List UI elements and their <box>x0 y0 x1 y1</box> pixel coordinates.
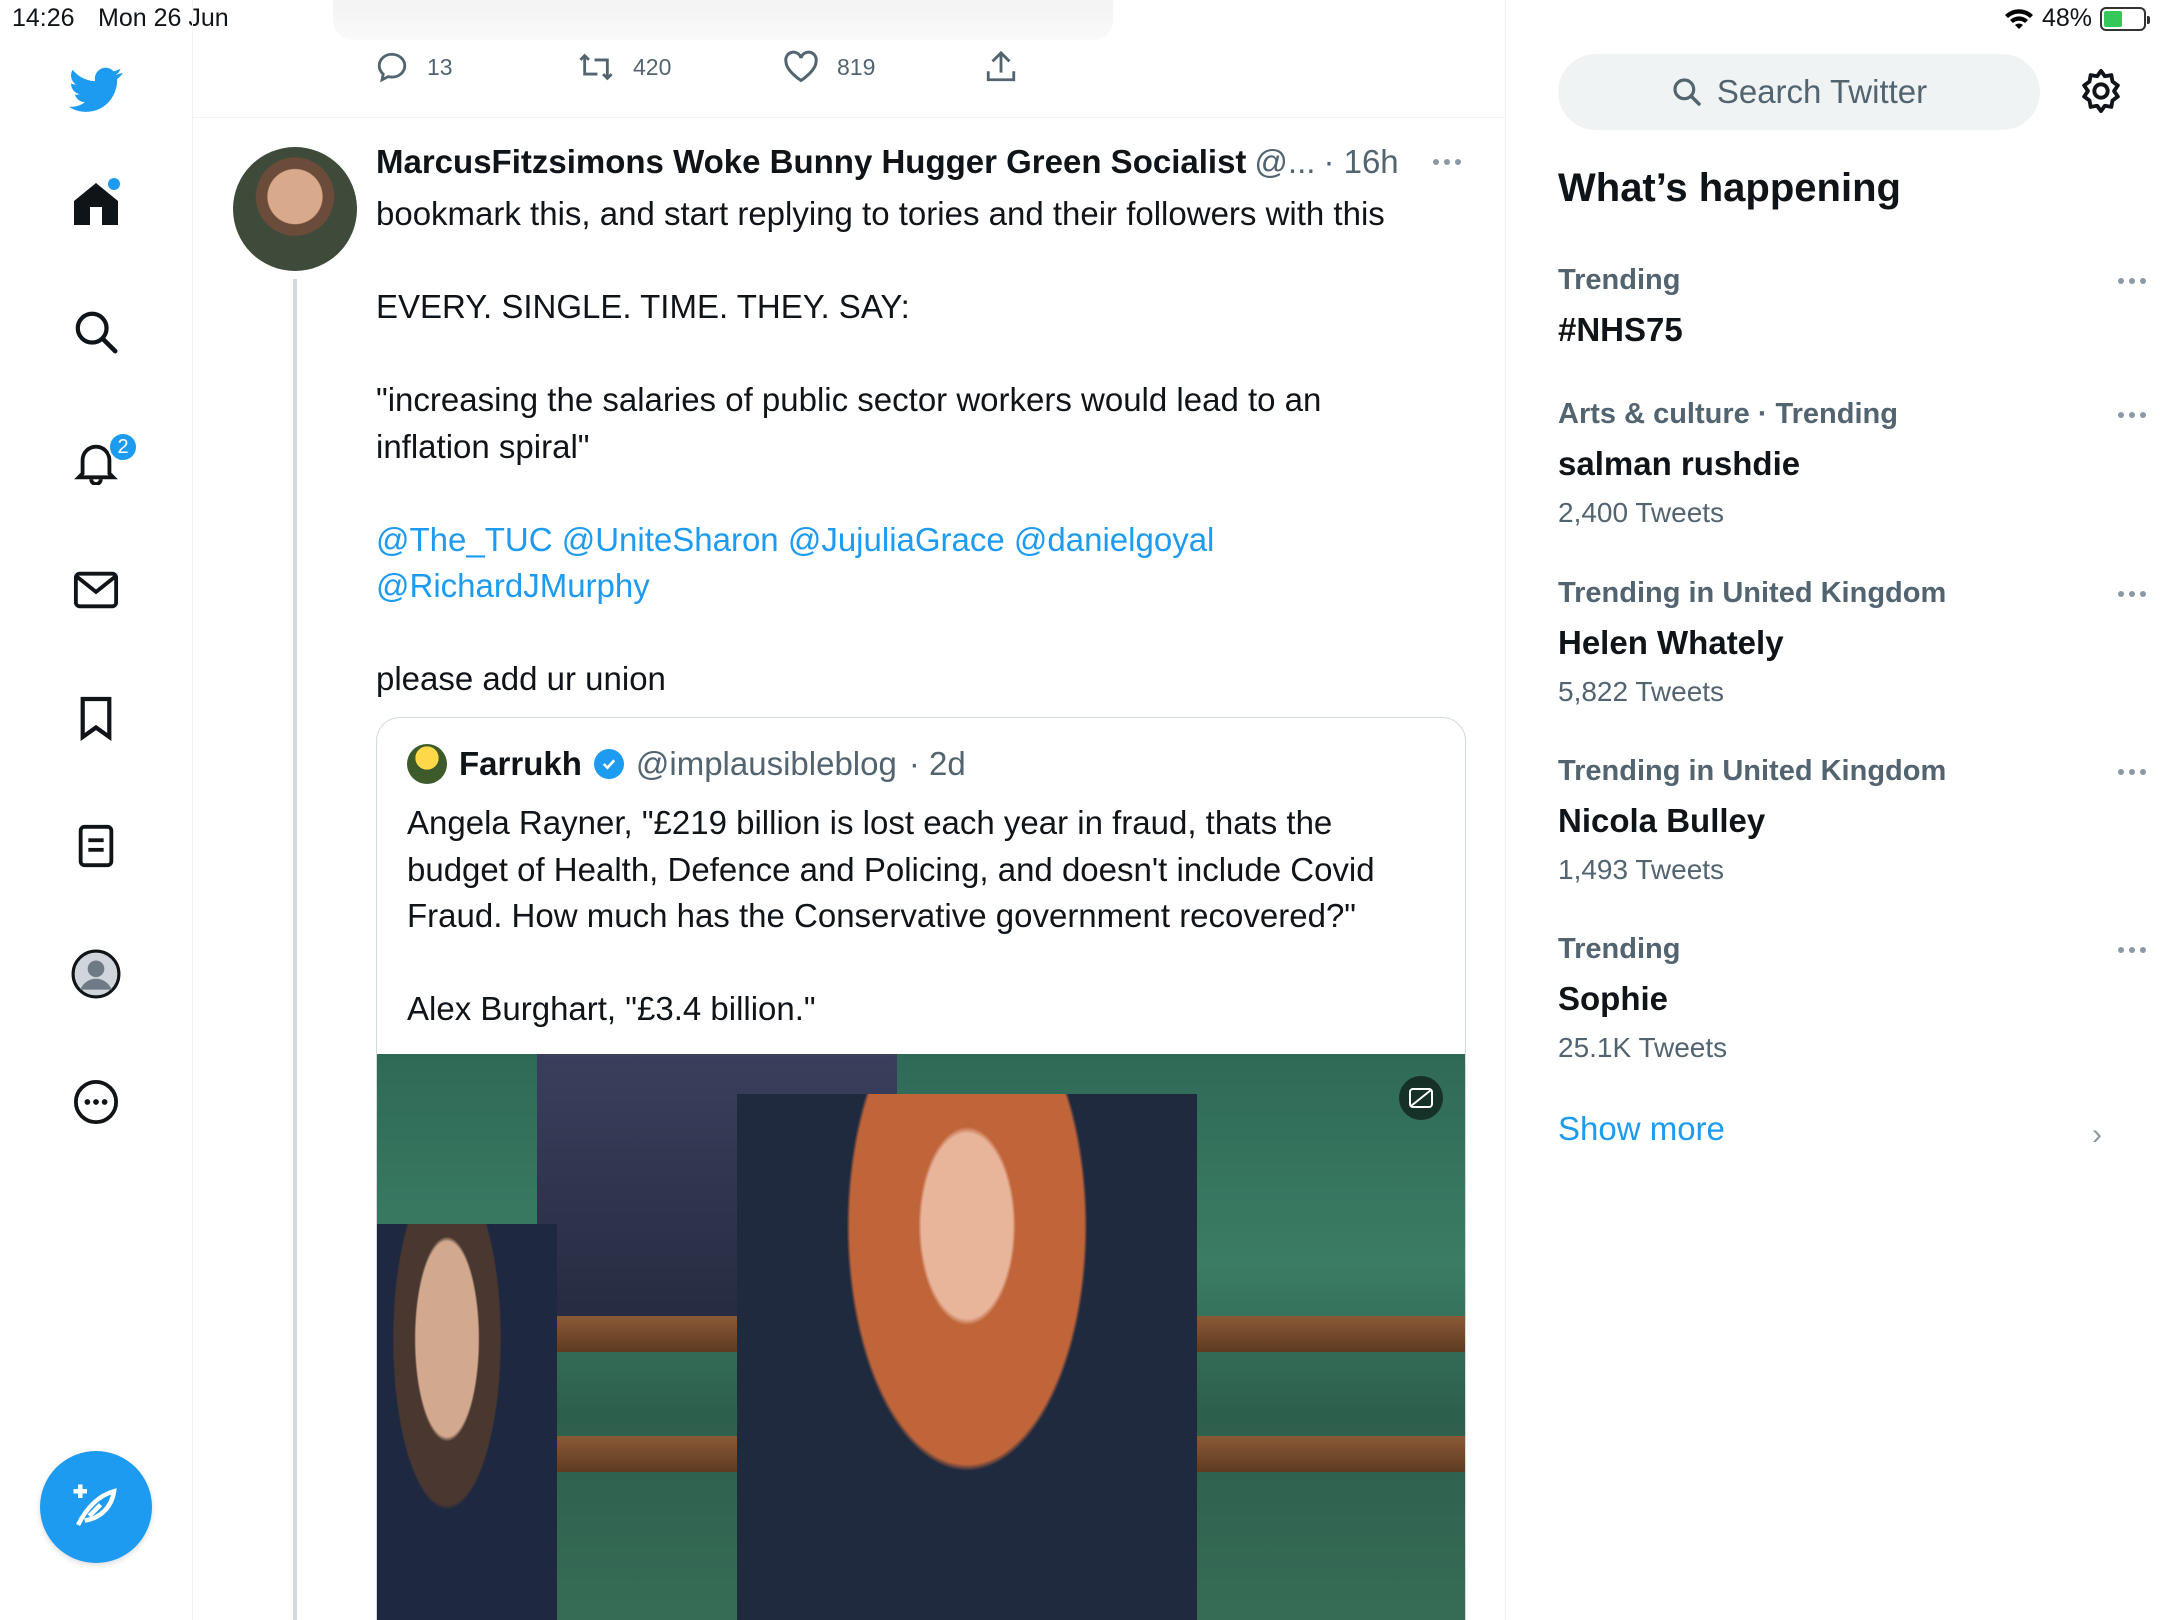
reply-icon <box>377 52 407 83</box>
media-figure <box>737 1094 1197 1620</box>
quote-line: Alex Burghart, "£3.4 billion." <box>407 990 816 1027</box>
more-icon[interactable] <box>64 1070 128 1134</box>
tweet-text: bookmark this, and start replying to tor… <box>376 191 1436 703</box>
search-icon <box>1673 78 1701 106</box>
share-icon <box>986 50 1016 82</box>
trend-name: Nicola Bulley <box>1558 802 1766 839</box>
thread-line <box>293 279 297 1620</box>
quote-media-video[interactable] <box>377 1054 1465 1620</box>
mention-links[interactable]: @The_TUC @UniteSharon @JujuliaGrace @dan… <box>376 517 1436 564</box>
trend-more-icon[interactable] <box>2118 278 2146 284</box>
home-unread-dot <box>108 178 120 190</box>
profile-icon[interactable] <box>64 942 128 1006</box>
search-placeholder: Search Twitter <box>1716 73 1928 110</box>
mail-icon[interactable] <box>64 558 128 622</box>
trend-meta: Trending in United Kingdom <box>1558 577 1947 609</box>
trend-meta: Arts & culture · Trending <box>1558 398 1898 430</box>
search-input[interactable]: Search Twitter <box>1558 54 2040 130</box>
previous-tweet-actions: 13 420 819 <box>193 40 1506 118</box>
author-name[interactable]: MarcusFitzsimons Woke Bunny Hugger Green… <box>376 143 1246 181</box>
quote-text: Angela Rayner, "£219 billion is lost eac… <box>407 800 1447 1033</box>
like-button[interactable]: 819 <box>783 50 875 84</box>
trend-count: 25.1K Tweets <box>1558 1032 1728 1063</box>
share-button[interactable] <box>985 50 1017 84</box>
quoted-tweet[interactable]: Farrukh @implausibleblog · 2d Angela Ray… <box>376 717 1466 1620</box>
captions-icon[interactable] <box>1399 1076 1443 1120</box>
trend-more-icon[interactable] <box>2118 591 2146 597</box>
trend-count: 5,822 Tweets <box>1558 676 1725 707</box>
tweet-line: please add ur union <box>376 660 666 697</box>
quote-line: Fraud. How much has the Conservative gov… <box>407 897 1357 934</box>
timeline: 13 420 819 MarcusFitzsimons Woke Bunny H… <box>193 0 1506 1620</box>
trend-more-icon[interactable] <box>2118 412 2146 418</box>
author-avatar[interactable] <box>233 147 357 271</box>
tweet-line: EVERY. SINGLE. TIME. THEY. SAY: <box>376 288 910 325</box>
trend-name: salman rushdie <box>1558 445 1801 482</box>
quote-time: · 2d <box>908 745 966 782</box>
quote-avatar <box>407 744 447 784</box>
verified-badge-icon <box>593 749 624 779</box>
lists-icon[interactable] <box>64 814 128 878</box>
wifi-icon <box>2004 8 2033 29</box>
trend-item[interactable]: Trending in United Kingdom Nicola Bulley… <box>1558 755 2146 886</box>
tweet-line: bookmark this, and start replying to tor… <box>376 195 1385 232</box>
mention-link[interactable]: @RichardJMurphy <box>376 563 1436 610</box>
bell-icon[interactable]: 2 <box>64 430 138 494</box>
retweet-icon <box>579 53 613 81</box>
trend-item[interactable]: Arts & culture · Trending salman rushdie… <box>1558 398 2146 529</box>
quote-line: budget of Health, Defence and Policing, … <box>407 850 1375 888</box>
home-icon[interactable] <box>64 172 128 236</box>
heart-icon <box>784 50 818 83</box>
tweet-more-icon[interactable] <box>1433 159 1461 165</box>
battery-percent: 48% <box>2041 4 2092 32</box>
trend-item[interactable]: Trending #NHS75 <box>1558 264 2146 349</box>
quote-line: Angela Rayner, "£219 billion is lost eac… <box>407 804 1333 841</box>
trend-more-icon[interactable] <box>2118 769 2146 775</box>
trend-name: #NHS75 <box>1558 311 1683 348</box>
trend-more-icon[interactable] <box>2118 947 2146 953</box>
status-right: 48% <box>2004 4 2150 33</box>
twitter-bird-icon[interactable] <box>64 58 128 122</box>
trend-count: 1,493 Tweets <box>1558 854 1725 885</box>
chevron-right-icon[interactable]: › <box>2092 1118 2102 1152</box>
trend-name: Sophie <box>1558 980 1669 1017</box>
quote-author-name: Farrukh <box>459 745 582 782</box>
tweet-line: "increasing the salaries of public secto… <box>376 381 1322 418</box>
search-icon[interactable] <box>64 300 128 364</box>
compose-tweet-button[interactable] <box>40 1451 152 1563</box>
notification-badge: 2 <box>108 432 138 462</box>
trend-meta: Trending in United Kingdom <box>1558 755 1947 787</box>
feather-plus-icon <box>73 1484 117 1527</box>
author-handle[interactable]: @... <box>1254 143 1315 181</box>
trend-item[interactable]: Trending Sophie 25.1K Tweets <box>1558 933 2146 1064</box>
trend-meta: Trending <box>1558 933 1681 965</box>
tweet[interactable]: MarcusFitzsimons Woke Bunny Hugger Green… <box>193 119 1506 1620</box>
tweet-line: inflation spiral" <box>376 427 590 465</box>
quote-header: Farrukh @implausibleblog · 2d <box>407 744 966 784</box>
whats-happening-title: What’s happening <box>1558 166 1901 210</box>
previous-tweet-fade <box>333 0 1113 40</box>
trend-item[interactable]: Trending in United Kingdom Helen Whately… <box>1558 577 2146 708</box>
show-more-link[interactable]: Show more <box>1558 1110 1725 1148</box>
trend-meta: Trending <box>1558 264 1681 296</box>
tweet-time[interactable]: · 16h <box>1323 143 1398 181</box>
gear-icon[interactable] <box>2078 68 2124 114</box>
tweet-header: MarcusFitzsimons Woke Bunny Hugger Green… <box>376 143 1399 181</box>
trend-name: Helen Whately <box>1558 624 1784 661</box>
reply-button[interactable]: 13 <box>375 50 453 84</box>
reply-count: 13 <box>427 53 453 80</box>
like-count: 819 <box>837 53 876 80</box>
quote-author-handle: @implausibleblog <box>635 745 897 782</box>
retweet-button[interactable]: 420 <box>577 50 671 84</box>
battery-icon <box>2100 6 2150 31</box>
side-nav: 2 <box>0 0 193 1620</box>
bookmark-icon[interactable] <box>64 686 128 750</box>
trend-count: 2,400 Tweets <box>1558 497 1725 528</box>
media-figure <box>377 1224 557 1620</box>
retweet-count: 420 <box>633 53 672 80</box>
